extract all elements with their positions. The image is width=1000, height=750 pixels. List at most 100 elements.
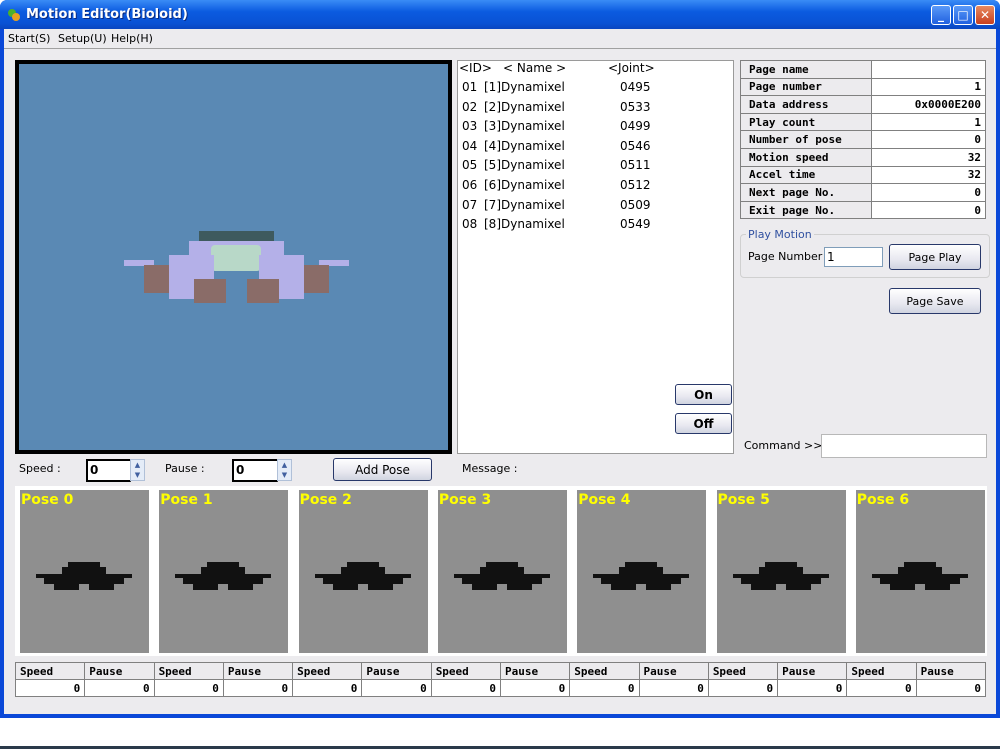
pause-spinner[interactable]: ▲ ▼: [277, 459, 292, 481]
menu-start[interactable]: Start(S): [8, 32, 50, 45]
info-label: Next page No.: [740, 183, 872, 202]
speed-value[interactable]: 0: [569, 679, 640, 697]
header-name: < Name >: [503, 61, 567, 75]
message-label: Message :: [462, 462, 518, 475]
joint-name: [6]Dynamixel: [484, 178, 565, 192]
info-value[interactable]: 0x0000E200: [871, 95, 986, 114]
joint-name: [2]Dynamixel: [484, 99, 565, 114]
speed-label: Speed :: [19, 462, 61, 475]
page-save-button[interactable]: Page Save: [889, 288, 981, 314]
pose-thumbnail[interactable]: Pose 0: [20, 490, 149, 653]
pose-thumbnail[interactable]: Pose 5: [716, 490, 846, 653]
info-row: Data address 0x0000E200: [740, 95, 986, 114]
info-label: Number of pose: [740, 130, 872, 149]
joint-id: 02: [462, 99, 478, 114]
pause-label: Pause :: [165, 462, 205, 475]
info-row: Accel time 32: [740, 165, 986, 185]
joint-value: 0533: [620, 99, 651, 114]
joint-name: [3]Dynamixel: [484, 119, 565, 134]
speed-spinner[interactable]: ▲ ▼: [130, 459, 145, 481]
info-value[interactable]: [871, 60, 986, 79]
pause-value[interactable]: 0: [638, 679, 709, 697]
window-title: Motion Editor(Bioloid): [26, 7, 188, 22]
menu-help[interactable]: Help(H): [111, 32, 153, 45]
speed-header: Speed: [707, 662, 779, 680]
pose-label: Pose 2: [299, 492, 352, 508]
maximize-button[interactable]: □: [953, 5, 973, 25]
info-value[interactable]: 0: [871, 200, 986, 220]
pose-robot-silhouette: [871, 562, 968, 590]
pose-label: Pose 6: [856, 492, 910, 508]
pose-thumbnail[interactable]: Pose 4: [577, 490, 707, 653]
info-label: Page name: [740, 60, 872, 79]
speed-value[interactable]: 0: [292, 679, 363, 697]
speed-value[interactable]: 0: [707, 679, 779, 697]
joint-id: 07: [462, 197, 478, 212]
speed-header: Speed: [569, 662, 640, 680]
speed-header: Speed: [846, 662, 917, 680]
app-icon: [7, 8, 21, 22]
speed-value[interactable]: 0: [430, 679, 501, 697]
pause-header: Pause: [638, 662, 709, 680]
pause-header: Pause: [222, 662, 294, 680]
joint-id: 01: [462, 80, 478, 94]
info-value[interactable]: 32: [871, 165, 986, 185]
page-number-input[interactable]: 1: [824, 247, 883, 267]
pose-label: Pose 4: [578, 492, 631, 508]
pause-value[interactable]: 0: [84, 679, 155, 697]
info-value[interactable]: 1: [871, 112, 986, 132]
title-bar[interactable]: Motion Editor(Bioloid) _ □ ✕: [0, 0, 1000, 29]
close-button[interactable]: ✕: [975, 5, 995, 25]
info-row: Motion speed 32: [740, 147, 986, 167]
pause-value[interactable]: 0: [499, 679, 571, 697]
speed-header: Speed: [430, 662, 501, 680]
speed-value[interactable]: 0: [153, 679, 224, 697]
speed-header: Speed: [153, 662, 224, 680]
pose-thumbnail[interactable]: Pose 6: [855, 490, 985, 653]
info-value[interactable]: 1: [871, 77, 986, 97]
pause-value[interactable]: 0: [361, 679, 432, 697]
off-button[interactable]: Off: [675, 413, 732, 434]
pose-thumbnail[interactable]: Pose 3: [437, 490, 567, 653]
header-id: <ID>: [459, 61, 492, 75]
joint-name: [7]Dynamixel: [484, 197, 565, 212]
joint-value: 0512: [620, 178, 651, 192]
play-motion-label: Play Motion: [746, 228, 814, 241]
pause-header: Pause: [361, 662, 432, 680]
add-pose-button[interactable]: Add Pose: [333, 458, 432, 481]
joint-value: 0546: [620, 138, 651, 153]
speed-value[interactable]: 0: [14, 679, 86, 697]
robot-3d-viewport[interactable]: [15, 60, 452, 454]
info-value[interactable]: 0: [871, 183, 986, 202]
info-value[interactable]: 0: [871, 130, 986, 149]
on-button[interactable]: On: [675, 384, 732, 405]
speed-value[interactable]: 0: [846, 679, 917, 697]
pause-header: Pause: [777, 662, 848, 680]
menu-bar: Start(S) Setup(U) Help(H): [4, 29, 996, 49]
speed-input[interactable]: 0: [86, 459, 131, 482]
info-row: Next page No. 0: [740, 183, 986, 202]
pose-timing-table: Speed Pause Speed Pause Speed Pause Speed Pause…: [14, 662, 987, 697]
pose-label: Pose 3: [438, 492, 492, 508]
speed-header: Speed: [292, 662, 363, 680]
pause-input[interactable]: 0: [232, 459, 278, 482]
pause-value[interactable]: 0: [222, 679, 294, 697]
pose-thumbnail[interactable]: Pose 2: [298, 490, 428, 653]
info-row: Page name: [740, 60, 986, 79]
menu-setup[interactable]: Setup(U): [58, 32, 107, 45]
pose-robot-silhouette: [314, 562, 411, 590]
info-row: Number of pose 0: [740, 130, 986, 149]
pose-robot-silhouette: [732, 562, 829, 590]
command-input[interactable]: [821, 434, 987, 458]
joint-value: 0511: [620, 158, 651, 173]
pause-value[interactable]: 0: [915, 679, 987, 697]
pose-thumbnail[interactable]: Pose 1: [159, 490, 289, 653]
info-value[interactable]: 32: [871, 147, 986, 167]
minimize-button[interactable]: _: [931, 5, 951, 25]
pause-value[interactable]: 0: [777, 679, 848, 697]
page-play-button[interactable]: Page Play: [889, 244, 981, 270]
joint-name: [8]Dynamixel: [484, 217, 565, 232]
pose-label: Pose 1: [160, 492, 213, 508]
joint-id: 04: [462, 138, 478, 153]
pose-robot-silhouette: [453, 562, 550, 590]
